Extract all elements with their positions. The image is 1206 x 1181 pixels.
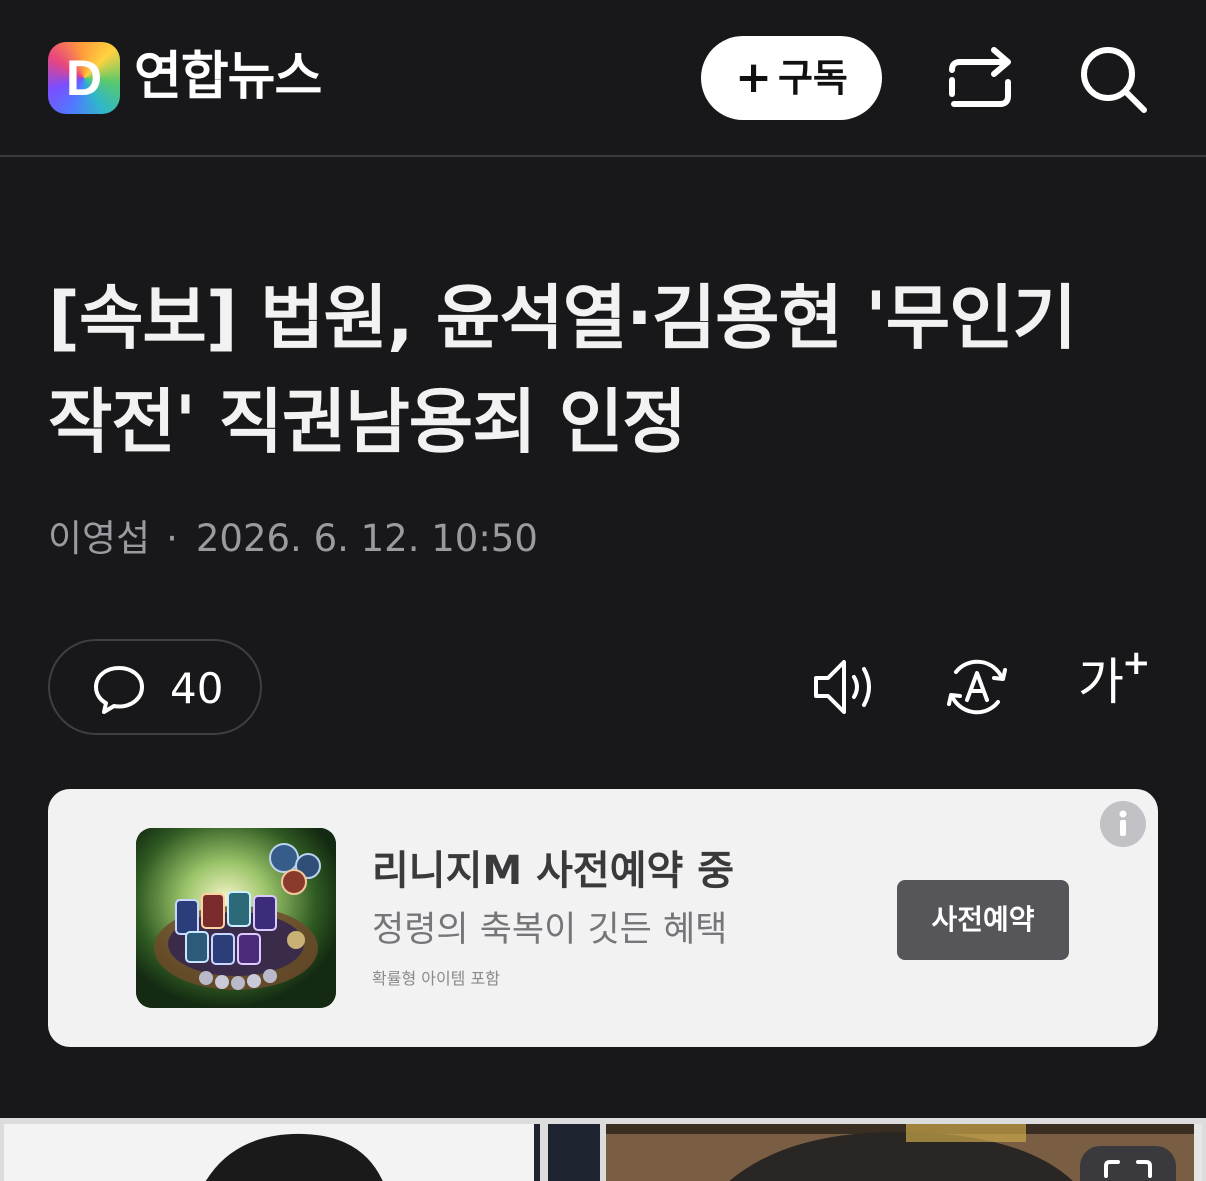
- font-size-label: 가: [1078, 653, 1124, 711]
- ad-thumbnail[interactable]: [136, 828, 336, 1008]
- font-size-button[interactable]: 가 +: [1074, 646, 1154, 718]
- plus-icon: +: [735, 52, 772, 103]
- comments-button[interactable]: 40: [48, 639, 262, 735]
- headline-line-1: [속보] 법원, 윤석열·김용현 '무인기: [48, 277, 1077, 359]
- comment-count: 40: [170, 664, 224, 713]
- translate-button[interactable]: [944, 654, 1010, 720]
- ad-disclaimer: 확률형 아이템 포함: [372, 969, 500, 988]
- subscribe-button[interactable]: + 구독: [701, 36, 882, 120]
- publisher-name[interactable]: 연합뉴스: [134, 44, 322, 110]
- listen-button[interactable]: [812, 656, 882, 718]
- headline-line-2: 작전' 직권남용죄 인정: [48, 381, 687, 463]
- top-bar: D 연합뉴스 + 구독: [0, 0, 1206, 157]
- preregister-button[interactable]: 사전예약: [897, 880, 1069, 960]
- translate-icon: [947, 659, 1007, 715]
- search-icon: [1081, 47, 1147, 113]
- author-name[interactable]: 이영섭: [48, 517, 150, 560]
- share-icon: [949, 47, 1011, 107]
- comment-bubble-icon: [94, 666, 144, 714]
- subscribe-label: 구독: [777, 56, 848, 100]
- ad-subtitle: 정령의 축복이 깃든 혜택: [372, 910, 728, 950]
- info-icon: [1119, 810, 1127, 836]
- expand-icon: [1104, 1160, 1152, 1178]
- search-button[interactable]: [1078, 44, 1150, 116]
- font-size-plus-icon: +: [1122, 643, 1151, 683]
- byline: 이영섭 · 2026. 6. 12. 10:50: [48, 512, 538, 566]
- publish-datetime: 2026. 6. 12. 10:50: [195, 517, 538, 560]
- article-photo-left[interactable]: [4, 1124, 600, 1181]
- ad-banner[interactable]: 리니지M 사전예약 중 정령의 축복이 깃든 혜택 확률형 아이템 포함 사전예…: [48, 789, 1158, 1047]
- speaker-icon: [814, 660, 871, 714]
- logo-letter: D: [65, 50, 103, 106]
- article-photo-strip: [0, 1118, 1206, 1181]
- ad-info-button[interactable]: [1100, 801, 1146, 847]
- expand-image-button[interactable]: [1080, 1146, 1176, 1181]
- article-headline: [속보] 법원, 윤석열·김용현 '무인기 작전' 직권남용죄 인정: [48, 266, 1158, 474]
- ad-title[interactable]: 리니지M 사전예약 중: [372, 843, 734, 899]
- byline-separator: ·: [166, 517, 178, 560]
- share-button[interactable]: [944, 44, 1016, 112]
- ad-game-artwork: [136, 828, 336, 1008]
- person-photo-left: [4, 1124, 600, 1181]
- publisher-logo[interactable]: D: [48, 42, 120, 114]
